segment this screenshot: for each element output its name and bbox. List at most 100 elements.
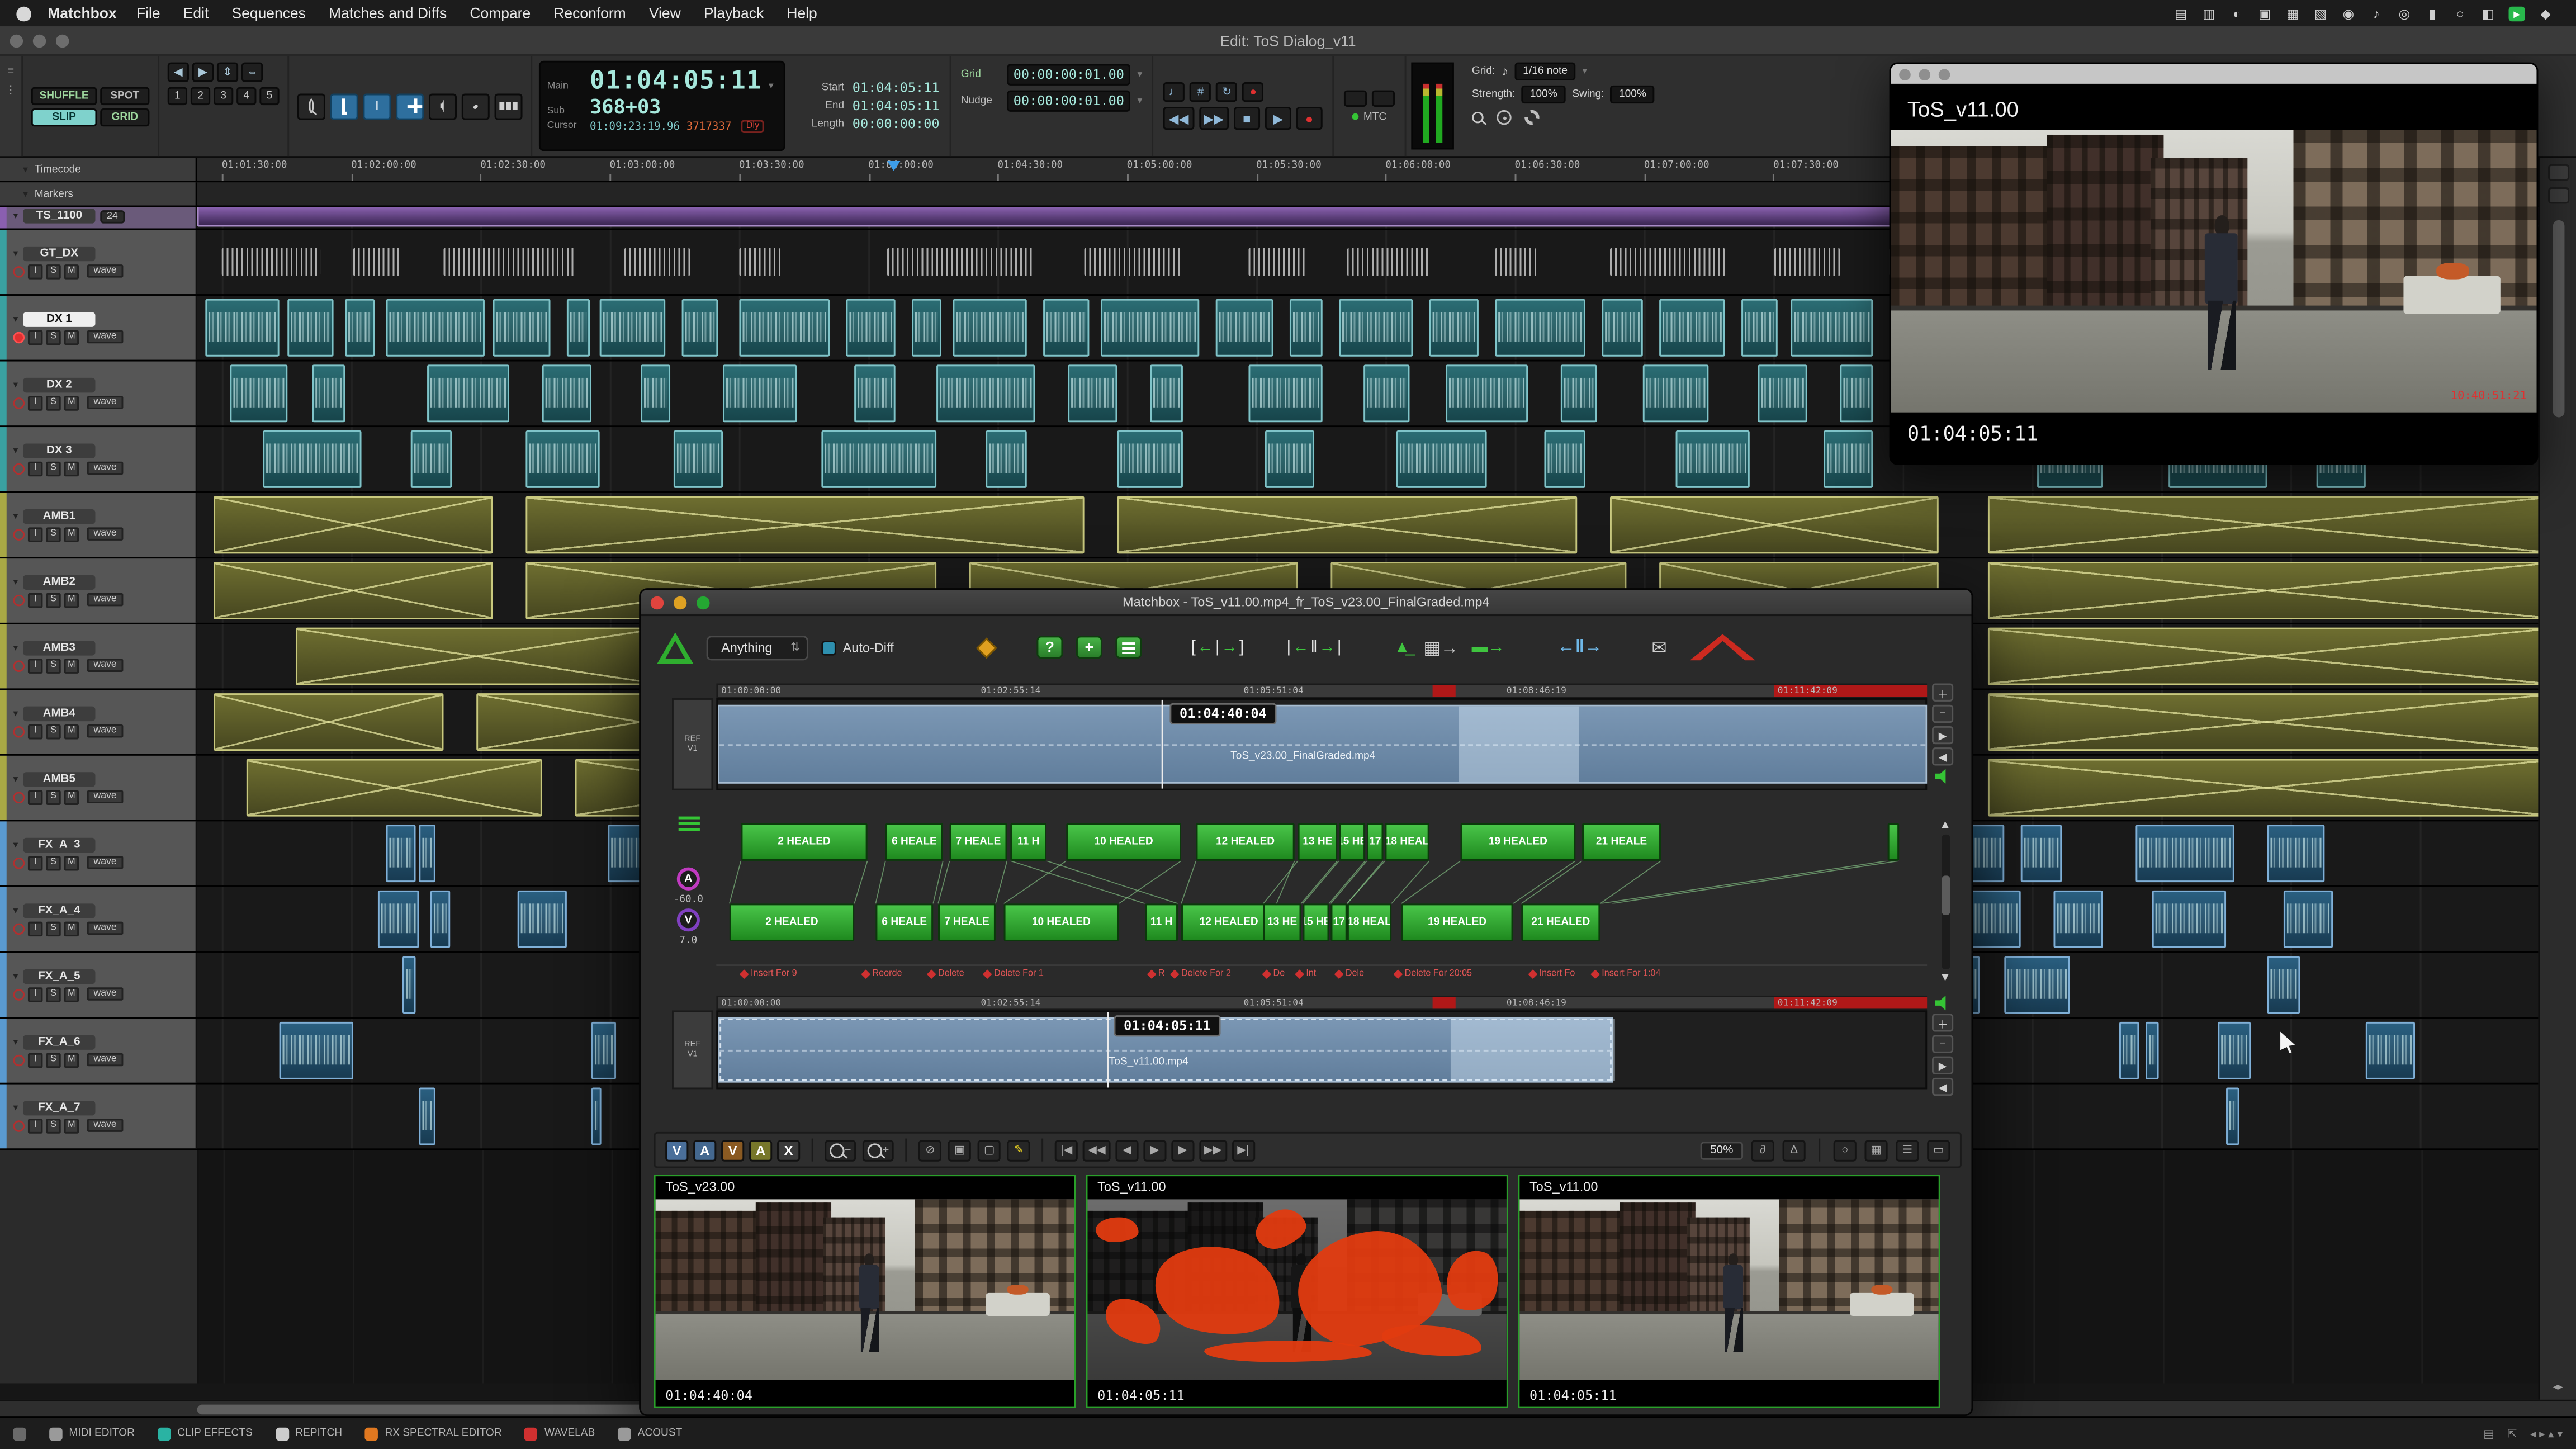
audio-clip[interactable] bbox=[1101, 299, 1199, 357]
audio-clip[interactable] bbox=[912, 299, 941, 357]
jump-start-button[interactable]: |◀ bbox=[1055, 1139, 1078, 1161]
record-enable-icon[interactable] bbox=[13, 462, 25, 474]
zoom-preset-2[interactable]: 2 bbox=[191, 87, 210, 105]
audio-clip[interactable] bbox=[2004, 956, 2070, 1014]
gear-icon[interactable] bbox=[1524, 110, 1539, 125]
match-out-icon[interactable]: |←‖→| bbox=[1287, 638, 1342, 656]
rewind-button[interactable]: ◀◀ bbox=[1164, 107, 1194, 130]
stop-button[interactable]: ■ bbox=[1234, 107, 1260, 130]
audio-clip[interactable] bbox=[1840, 364, 1873, 422]
spot-mode-button[interactable]: SPOT bbox=[100, 86, 149, 104]
audio-clip[interactable] bbox=[1602, 299, 1642, 357]
audio-clip[interactable] bbox=[1610, 248, 1725, 276]
dock-tab-acoust[interactable]: ACOUST bbox=[618, 1427, 682, 1440]
zoom-in-icon[interactable]: ＋ bbox=[1932, 684, 1953, 702]
next-diff-button[interactable]: ▶▶ bbox=[1199, 1139, 1227, 1161]
grid-note-select[interactable]: 1/16 note bbox=[1515, 63, 1576, 80]
mute-button[interactable]: M bbox=[64, 789, 79, 804]
audio-clip[interactable] bbox=[1659, 299, 1725, 357]
mute-button[interactable]: M bbox=[64, 921, 79, 935]
mute-button[interactable]: M bbox=[64, 592, 79, 607]
audio-clip[interactable] bbox=[430, 891, 450, 948]
healed-segment[interactable]: 13 HE bbox=[1298, 823, 1338, 861]
input-button[interactable]: I bbox=[28, 592, 42, 607]
track-name[interactable]: FX_A_5 bbox=[23, 968, 95, 983]
search-icon[interactable] bbox=[1472, 112, 1484, 124]
audio-clip[interactable] bbox=[846, 299, 895, 357]
loop-button[interactable]: ↻ bbox=[1216, 82, 1238, 102]
healed-segment[interactable]: 2 HEALED bbox=[741, 823, 867, 861]
zoom-preset-1[interactable]: 1 bbox=[168, 87, 187, 105]
timeline-playhead[interactable] bbox=[1107, 1012, 1109, 1087]
monitor-view-icon[interactable]: ▭ bbox=[1927, 1139, 1950, 1161]
reverse-icon[interactable]: ◀ bbox=[1932, 1078, 1953, 1096]
audio-clip[interactable] bbox=[1396, 430, 1487, 488]
menubar-app-name[interactable]: Matchbox bbox=[48, 5, 116, 21]
vertical-scrollbar[interactable] bbox=[2552, 220, 2564, 418]
chevron-down-icon[interactable]: ▾ bbox=[769, 80, 774, 92]
audio-clip[interactable] bbox=[205, 299, 279, 357]
audio-clip[interactable] bbox=[821, 430, 936, 488]
audio-clip[interactable] bbox=[222, 248, 320, 276]
audio-clip[interactable] bbox=[1758, 364, 1807, 422]
healed-segment[interactable]: 13 HE bbox=[1263, 903, 1301, 941]
menu-matches-and-diffs[interactable]: Matches and Diffs bbox=[329, 5, 447, 21]
track-name[interactable]: TS_1100 bbox=[23, 209, 95, 223]
find-match-button[interactable]: ? bbox=[1036, 636, 1063, 659]
track-name[interactable]: DX 3 bbox=[23, 443, 95, 457]
healed-segment[interactable]: 17 bbox=[1330, 903, 1347, 941]
audio-clip[interactable] bbox=[567, 299, 590, 357]
solo-button[interactable]: S bbox=[46, 921, 60, 935]
add-match-button[interactable]: + bbox=[1076, 636, 1102, 659]
audio-monitor-icon[interactable] bbox=[1935, 996, 1950, 1010]
track-name[interactable]: FX_A_6 bbox=[23, 1034, 95, 1049]
diff-marker[interactable]: Delete bbox=[928, 969, 964, 979]
diff-marker[interactable]: Insert Fo bbox=[1530, 969, 1575, 979]
zoom-in-icon[interactable]: ＋ bbox=[1932, 1014, 1953, 1031]
audio-clip[interactable] bbox=[723, 364, 797, 422]
search-icon[interactable]: ○ bbox=[2453, 6, 2468, 20]
settings-icon[interactable]: ◆ bbox=[2538, 6, 2553, 20]
audio-clip[interactable] bbox=[1068, 364, 1117, 422]
audio-clip[interactable] bbox=[1988, 628, 2546, 685]
audio-clip[interactable] bbox=[887, 248, 1035, 276]
zoom-preset-3[interactable]: 3 bbox=[214, 87, 233, 105]
healed-segment[interactable]: 21 HEALE bbox=[1582, 823, 1661, 861]
audio-clip[interactable] bbox=[411, 430, 452, 488]
comparison-monitor-3[interactable]: ToS_v11.0001:04:05:11 bbox=[1518, 1175, 1940, 1408]
menu-playback[interactable]: Playback bbox=[704, 5, 764, 21]
audio-clip[interactable] bbox=[1643, 364, 1709, 422]
input-button[interactable]: I bbox=[28, 1052, 42, 1067]
audio-clip[interactable] bbox=[1363, 364, 1409, 422]
track-name[interactable]: DX 1 bbox=[23, 311, 95, 326]
audio-clip[interactable] bbox=[2021, 825, 2062, 882]
track-lane-amb1[interactable] bbox=[197, 493, 2576, 557]
screen-share-icon[interactable]: ▸ bbox=[2508, 6, 2525, 20]
audio-clip[interactable] bbox=[525, 430, 599, 488]
match-in-icon[interactable]: [←|→] bbox=[1191, 638, 1244, 656]
healed-segment[interactable]: 21 HEALED bbox=[1521, 903, 1600, 941]
toggle-icon[interactable]: ◧ bbox=[2481, 6, 2496, 20]
chart-icon[interactable]: ▥ bbox=[2201, 6, 2216, 20]
markers-ruler-header[interactable]: ▾ Markers bbox=[0, 182, 197, 205]
chevron-down-icon[interactable]: ▾ bbox=[13, 1101, 18, 1113]
zoom-preset-4[interactable]: 4 bbox=[236, 87, 256, 105]
chevron-down-icon[interactable]: ▾ bbox=[13, 576, 18, 588]
zoom-in-icon[interactable]: + bbox=[863, 1139, 894, 1161]
track-name[interactable]: FX_A_3 bbox=[23, 837, 95, 851]
sub-counter[interactable]: 368+03 bbox=[590, 95, 661, 118]
audio-clip[interactable] bbox=[214, 496, 493, 554]
grid-view-icon[interactable]: ▦ bbox=[1865, 1139, 1888, 1161]
blocks-icon[interactable]: ▣ bbox=[948, 1139, 971, 1161]
play-button[interactable]: ▶ bbox=[1143, 1139, 1166, 1161]
chevron-down-icon[interactable]: ▾ bbox=[13, 642, 18, 654]
zoom-vertical-icon[interactable]: ⇕ bbox=[217, 63, 238, 82]
dock-tab-rx-spectral-editor[interactable]: RX SPECTRAL EDITOR bbox=[365, 1427, 501, 1440]
audio-clip[interactable] bbox=[1265, 430, 1314, 488]
pt-window-titlebar[interactable]: Edit: ToS Dialog_v11 bbox=[0, 26, 2576, 56]
close-icon[interactable] bbox=[1899, 68, 1911, 80]
record-enable-icon[interactable] bbox=[13, 397, 25, 409]
scrollbar-track[interactable] bbox=[1941, 835, 1949, 969]
audio-clip[interactable] bbox=[1791, 299, 1873, 357]
input-button[interactable]: I bbox=[28, 855, 42, 870]
